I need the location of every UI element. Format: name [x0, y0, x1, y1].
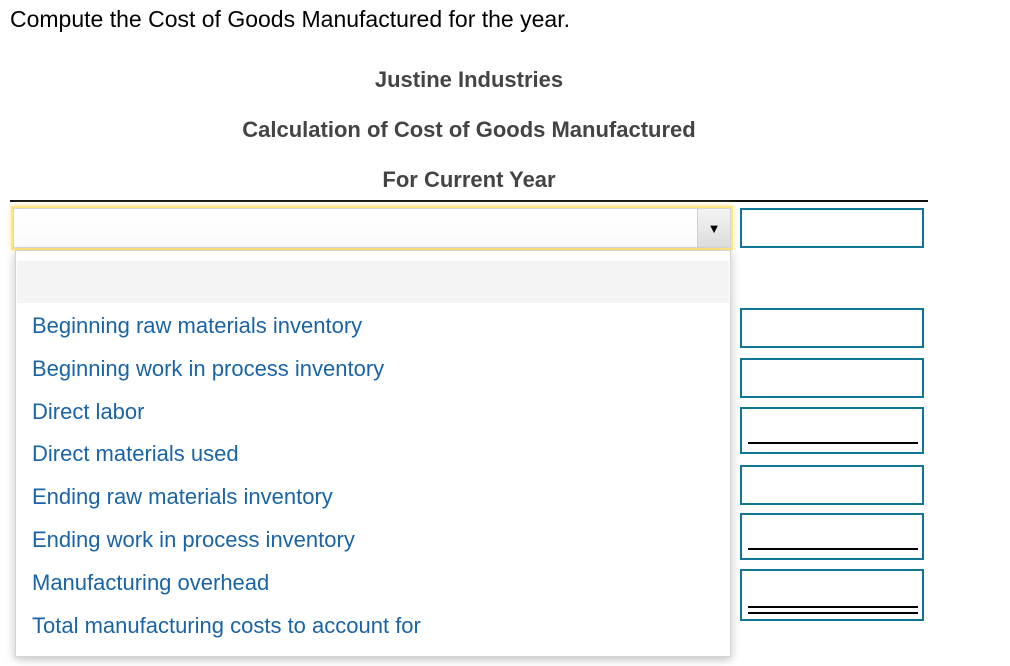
- double-underline-top: [748, 606, 918, 608]
- amount-input-4[interactable]: [740, 407, 924, 454]
- single-underline: [748, 442, 918, 444]
- company-name: Justine Industries: [374, 67, 564, 92]
- double-underline-bottom: [748, 612, 918, 614]
- dropdown-option[interactable]: Beginning raw materials inventory: [32, 312, 362, 340]
- dropdown-option[interactable]: Direct materials used: [32, 440, 239, 468]
- dropdown-option[interactable]: Total manufacturing costs to account for: [32, 612, 421, 640]
- dropdown-option[interactable]: Manufacturing overhead: [32, 569, 269, 597]
- amount-input-2[interactable]: [740, 308, 924, 348]
- account-dropdown-list: Beginning raw materials inventory Beginn…: [15, 250, 731, 657]
- triangle-down-icon: ▼: [707, 220, 721, 236]
- dropdown-arrow-button[interactable]: ▼: [697, 209, 730, 247]
- amount-input-7[interactable]: [740, 569, 924, 621]
- amount-input-1[interactable]: [740, 208, 924, 248]
- header-divider: [10, 200, 928, 202]
- instruction-text: Compute the Cost of Goods Manufactured f…: [10, 6, 570, 32]
- dropdown-option[interactable]: Direct labor: [32, 398, 144, 426]
- page: Compute the Cost of Goods Manufactured f…: [0, 0, 1010, 666]
- single-underline: [748, 548, 918, 550]
- amount-input-6[interactable]: [740, 513, 924, 560]
- amount-input-5[interactable]: [740, 465, 924, 505]
- account-select[interactable]: ▼: [13, 208, 731, 248]
- statement-period: For Current Year: [382, 167, 556, 192]
- dropdown-option[interactable]: Ending work in process inventory: [32, 526, 355, 554]
- dropdown-option-blank[interactable]: [17, 261, 729, 303]
- dropdown-option[interactable]: Ending raw materials inventory: [32, 483, 333, 511]
- dropdown-option[interactable]: Beginning work in process inventory: [32, 355, 384, 383]
- amount-input-3[interactable]: [740, 358, 924, 398]
- statement-title: Calculation of Cost of Goods Manufacture…: [242, 117, 696, 142]
